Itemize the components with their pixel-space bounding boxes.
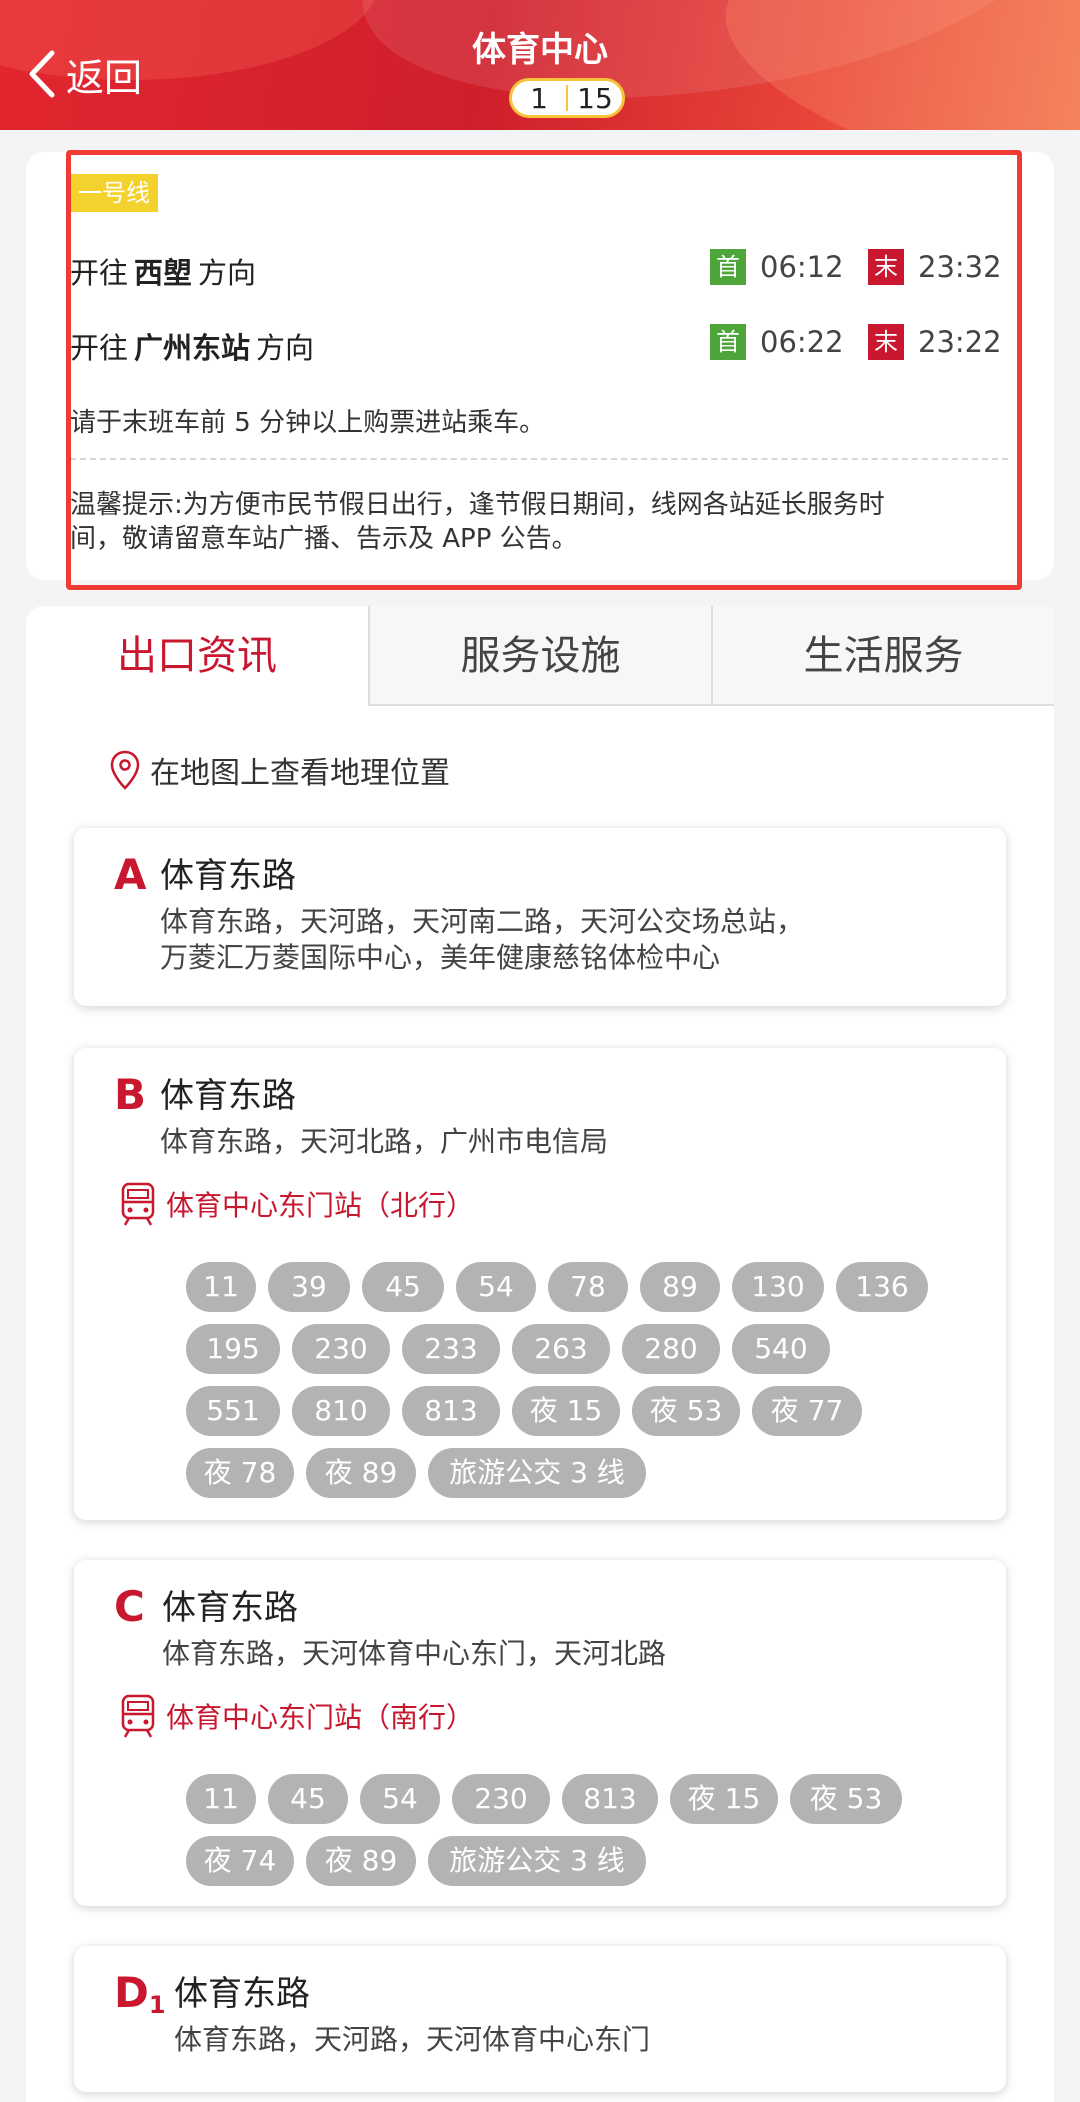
bus-route-chip[interactable]: 230	[292, 1324, 390, 1374]
exit-road: 体育东路	[160, 1076, 296, 1116]
bus-route-chip[interactable]: 夜 53	[632, 1386, 740, 1436]
exit-card-c: C 体育东路 体育东路，天河体育中心东门，天河北路 体育中心东门站（南行） 11…	[74, 1560, 1006, 1906]
bus-route-chip[interactable]: 230	[452, 1774, 550, 1824]
bus-route-chip[interactable]: 136	[836, 1262, 928, 1312]
bus-route-chip[interactable]: 78	[548, 1262, 628, 1312]
exit-letter: B	[114, 1070, 147, 1119]
bus-route-chip[interactable]: 39	[268, 1262, 350, 1312]
exit-destinations-line: 体育东路，天河北路，广州市电信局	[160, 1125, 609, 1158]
bus-route-chip[interactable]: 130	[732, 1262, 824, 1312]
bus-station-icon	[121, 1694, 155, 1738]
bus-station-name: 体育中心东门站（南行）	[166, 1701, 475, 1734]
map-pin-icon	[110, 750, 140, 790]
bus-route-chip[interactable]: 夜 89	[306, 1448, 416, 1498]
bus-route-chip[interactable]: 夜 77	[752, 1386, 862, 1436]
bus-station-icon	[121, 1182, 155, 1226]
bus-route-chip[interactable]: 夜 53	[790, 1774, 902, 1824]
exit-card-d1: D1 体育东路 体育东路，天河路，天河体育中心东门	[74, 1946, 1006, 2092]
exit-road: 体育东路	[160, 856, 296, 896]
bus-route-chip[interactable]: 551	[186, 1386, 280, 1436]
exit-road: 体育东路	[162, 1588, 298, 1628]
bus-route-chip[interactable]: 11	[186, 1262, 256, 1312]
exit-destinations: 体育东路，天河体育中心东门，天河北路	[162, 1636, 982, 1672]
view-on-map-link[interactable]: 在地图上查看地理位置	[110, 748, 450, 792]
exit-destinations-line: 体育东路，天河体育中心东门，天河北路	[162, 1637, 667, 1670]
tab-exit-info[interactable]: 出口资讯	[26, 606, 368, 706]
exit-letter: A	[114, 850, 147, 899]
exit-destinations: 体育东路，天河北路，广州市电信局	[160, 1124, 980, 1160]
bus-route-chip[interactable]: 810	[292, 1386, 390, 1436]
bus-route-chip[interactable]: 夜 74	[186, 1836, 294, 1886]
bus-route-chip[interactable]: 263	[512, 1324, 610, 1374]
exit-letter-subscript: 1	[148, 1991, 166, 2019]
bus-route-chip[interactable]: 54	[360, 1774, 440, 1824]
pager-current: 1	[530, 81, 548, 115]
bus-route-chip[interactable]: 195	[186, 1324, 280, 1374]
tab-life-services[interactable]: 生活服务	[711, 606, 1054, 706]
bus-route-chip[interactable]: 89	[640, 1262, 720, 1312]
bus-route-chip[interactable]: 夜 78	[186, 1448, 294, 1498]
bus-route-chip[interactable]: 旅游公交 3 线	[428, 1836, 646, 1886]
bus-route-chip[interactable]: 280	[622, 1324, 720, 1374]
exit-destinations: 体育东路，天河路，天河体育中心东门	[174, 2022, 994, 2058]
exit-destinations: 体育东路，天河路，天河南二路，天河公交场总站， 万菱汇万菱国际中心，美年健康慈铭…	[160, 904, 980, 976]
exit-destinations-line: 万菱汇万菱国际中心，美年健康慈铭体检中心	[160, 941, 721, 974]
bus-route-chip[interactable]: 540	[732, 1324, 830, 1374]
bus-route-chip[interactable]: 旅游公交 3 线	[428, 1448, 646, 1498]
bus-route-chip[interactable]: 45	[268, 1774, 348, 1824]
bus-route-chip[interactable]: 11	[186, 1774, 256, 1824]
tab-service-facilities[interactable]: 服务设施	[368, 606, 711, 706]
page-title: 体育中心	[472, 30, 608, 70]
bus-route-chip[interactable]: 813	[402, 1386, 500, 1436]
bus-route-chip[interactable]: 夜 89	[306, 1836, 416, 1886]
station-pager[interactable]: 1 15	[509, 78, 625, 118]
bus-route-chip[interactable]: 233	[402, 1324, 500, 1374]
exit-letter: C	[114, 1582, 145, 1631]
exit-destinations-line: 体育东路，天河路，天河南二路，天河公交场总站，	[160, 905, 805, 938]
view-on-map-label: 在地图上查看地理位置	[150, 756, 450, 791]
bus-route-chip[interactable]: 夜 15	[670, 1774, 778, 1824]
exit-card-b: B 体育东路 体育东路，天河北路，广州市电信局 体育中心东门站（北行） 11 3…	[74, 1048, 1006, 1520]
exit-card-a: A 体育东路 体育东路，天河路，天河南二路，天河公交场总站， 万菱汇万菱国际中心…	[74, 828, 1006, 1006]
bus-station-name: 体育中心东门站（北行）	[166, 1189, 475, 1222]
bus-route-chip[interactable]: 夜 15	[512, 1386, 620, 1436]
bus-route-chip[interactable]: 54	[456, 1262, 536, 1312]
exit-letter: D1	[114, 1968, 166, 2019]
tab-bar: 出口资讯 服务设施 生活服务	[26, 606, 1054, 706]
bus-station[interactable]: 体育中心东门站（北行）	[118, 1180, 474, 1228]
exit-road: 体育东路	[174, 1974, 310, 2014]
pager-total: 15	[577, 81, 613, 115]
bus-route-chip[interactable]: 813	[562, 1774, 658, 1824]
exit-destinations-line: 体育东路，天河路，天河体育中心东门	[174, 2023, 651, 2056]
bus-station[interactable]: 体育中心东门站（南行）	[118, 1692, 474, 1740]
bus-route-chip[interactable]: 45	[362, 1262, 444, 1312]
highlight-frame	[66, 150, 1022, 590]
